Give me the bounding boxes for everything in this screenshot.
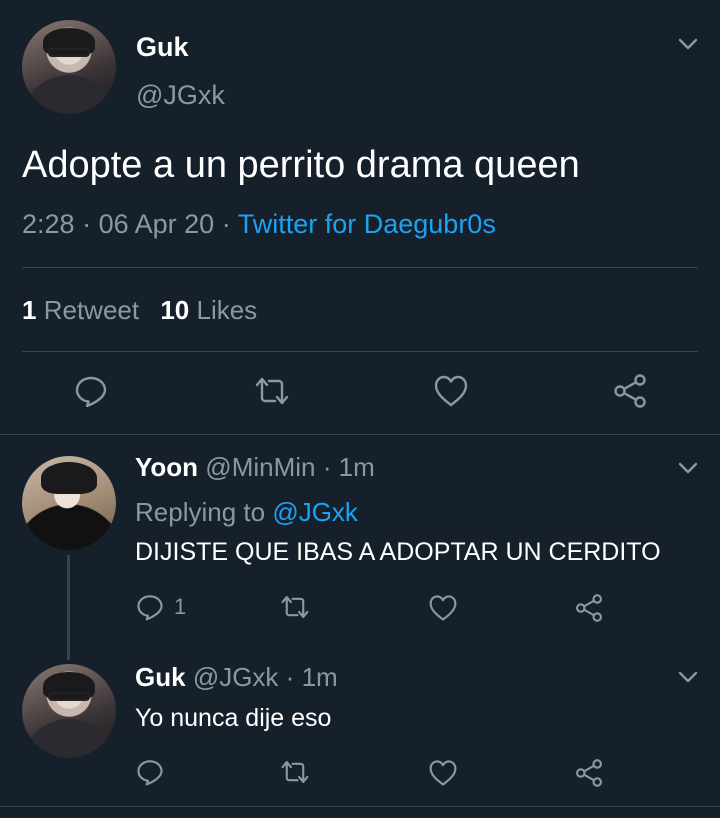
share-icon [575, 759, 603, 787]
avatar-hair [40, 461, 98, 494]
retweet-icon [281, 596, 309, 618]
avatar-glasses [48, 48, 90, 57]
tweet-time[interactable]: 2:28 [22, 209, 75, 239]
retweet-button[interactable] [253, 374, 291, 408]
tweet-source-link[interactable]: Twitter for Daegubr0s [238, 209, 496, 239]
divider [22, 267, 698, 268]
share-button[interactable] [574, 594, 604, 622]
reply-time[interactable]: 1m [302, 662, 338, 692]
reply-author-name[interactable]: Yoon [135, 452, 198, 482]
meta-separator: · [285, 662, 295, 692]
share-icon [575, 594, 603, 622]
tweet-text: Adopte a un perrito drama queen [22, 144, 580, 186]
chevron-down-icon[interactable] [677, 460, 699, 476]
divider [0, 434, 720, 435]
reply-icon [137, 760, 163, 786]
reply-button[interactable] [136, 758, 164, 786]
avatar-glasses [48, 692, 90, 701]
tweet-date[interactable]: 06 Apr 20 [99, 209, 215, 239]
retweet-icon [281, 761, 309, 783]
share-button[interactable] [574, 759, 604, 787]
chevron-down-icon[interactable] [677, 669, 699, 685]
divider [22, 351, 698, 352]
likes-label: Likes [196, 295, 258, 325]
retweet-button[interactable] [279, 593, 311, 621]
like-button[interactable] [428, 759, 458, 787]
author-name[interactable]: Guk [136, 32, 189, 63]
reply-text: DIJISTE QUE IBAS A ADOPTAR UN CERDITO [135, 538, 661, 566]
avatar[interactable] [22, 664, 116, 758]
reply-count: 1 [174, 594, 187, 619]
meta-separator: · [221, 209, 231, 239]
reply-icon [75, 376, 107, 408]
tweet-meta: 2:28 · 06 Apr 20 · Twitter for Daegubr0s [22, 209, 496, 240]
heart-icon [429, 760, 457, 786]
thread-line [67, 555, 70, 660]
reply-time[interactable]: 1m [339, 452, 375, 482]
reply-button[interactable] [74, 374, 108, 408]
like-button[interactable] [433, 374, 469, 408]
heart-icon [434, 375, 468, 407]
chevron-down-icon[interactable] [677, 36, 699, 52]
replying-to-handle[interactable]: @JGxk [272, 497, 358, 527]
share-icon [614, 374, 646, 408]
meta-separator: · [82, 209, 92, 239]
author-handle[interactable]: @JGxk [136, 80, 225, 111]
share-button[interactable] [612, 374, 648, 408]
avatar[interactable] [22, 20, 116, 114]
retweets-stat[interactable]: 1 Retweet [22, 295, 146, 325]
avatar[interactable] [22, 456, 116, 550]
meta-separator: · [322, 452, 332, 482]
reply-header: Guk @JGxk · 1m [135, 662, 338, 693]
retweet-icon [255, 377, 289, 405]
retweets-count: 1 [22, 295, 37, 325]
reply-author-handle[interactable]: @MinMin [205, 452, 315, 482]
divider [0, 806, 720, 807]
tweet-stats: 1 Retweet 10 Likes [22, 295, 257, 326]
replying-to: Replying to @JGxk [135, 497, 358, 528]
reply-header: Yoon @MinMin · 1m [135, 452, 375, 483]
retweet-button[interactable] [279, 758, 311, 786]
reply-author-handle[interactable]: @JGxk [193, 662, 279, 692]
replying-to-label: Replying to [135, 497, 266, 527]
likes-count: 10 [160, 295, 190, 325]
likes-stat[interactable]: 10 Likes [160, 295, 257, 325]
reply-author-name[interactable]: Guk [135, 662, 186, 692]
heart-icon [429, 595, 457, 621]
like-button[interactable] [428, 594, 458, 622]
reply-button[interactable]: 1 [136, 593, 186, 621]
reply-text: Yo nunca dije eso [135, 704, 332, 732]
reply-icon [137, 595, 163, 621]
retweets-label: Retweet [43, 295, 140, 325]
